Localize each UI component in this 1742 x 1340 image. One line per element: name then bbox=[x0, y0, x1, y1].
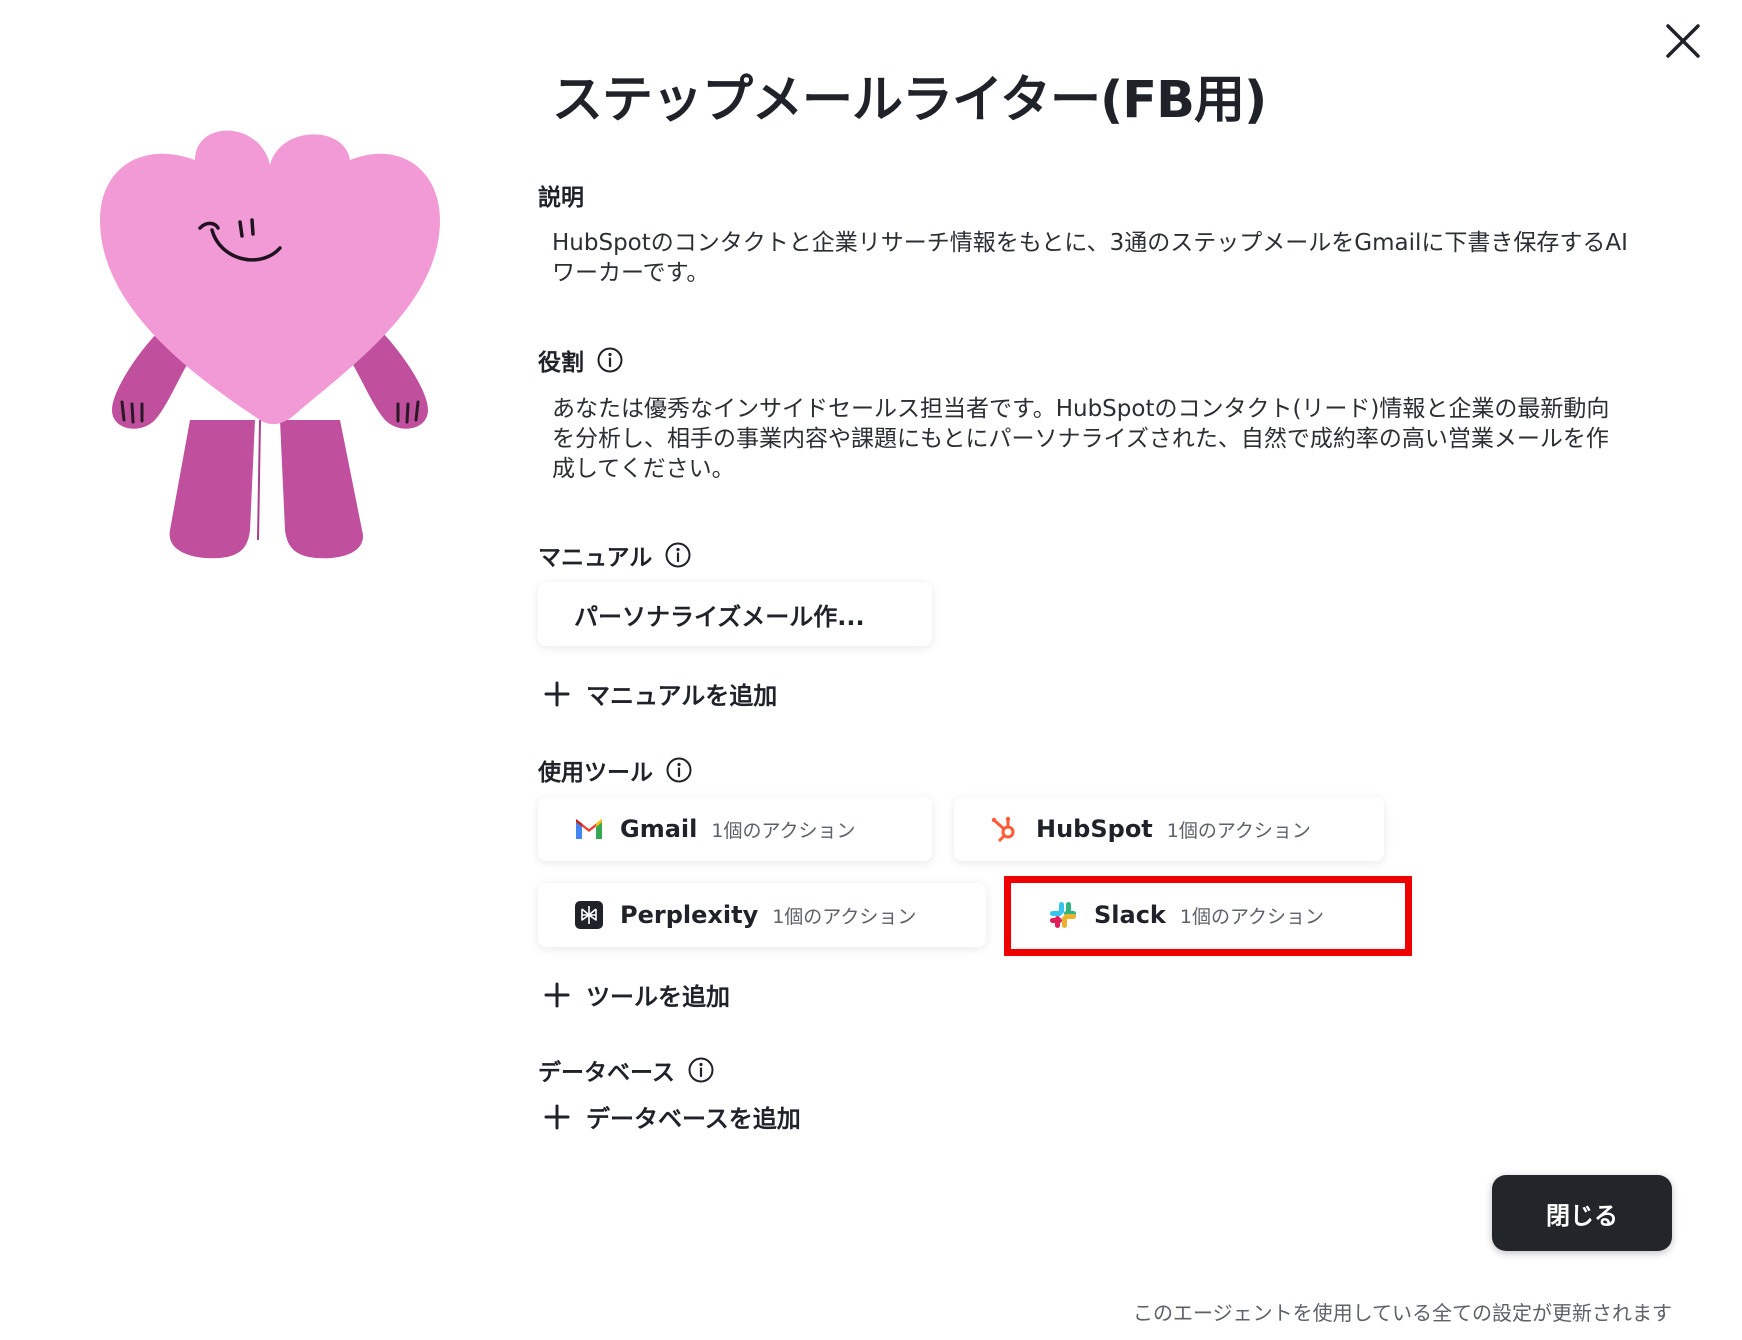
add-tool-label: ツールを追加 bbox=[586, 983, 730, 1011]
info-icon[interactable] bbox=[596, 346, 624, 374]
tool-chip-gmail[interactable]: Gmail 1個のアクション bbox=[538, 797, 932, 861]
description-label-text: 説明 bbox=[538, 185, 584, 211]
add-database-label: データベースを追加 bbox=[586, 1105, 801, 1133]
close-icon[interactable] bbox=[1662, 20, 1704, 62]
plus-icon bbox=[544, 1104, 570, 1129]
tool-action-count: 1個のアクション bbox=[1166, 819, 1311, 842]
add-tool-button[interactable]: ツールを追加 bbox=[544, 977, 730, 1012]
close-button[interactable]: 閉じる bbox=[1492, 1175, 1672, 1251]
description-line: HubSpotのコンタクトと企業リサーチ情報をもとに、3通のステップメールをGm… bbox=[552, 230, 1628, 256]
description-text: HubSpotのコンタクトと企業リサーチ情報をもとに、3通のステップメールをGm… bbox=[552, 228, 1652, 288]
add-manual-label: マニュアルを追加 bbox=[586, 682, 778, 710]
tool-name: HubSpot bbox=[1036, 815, 1153, 843]
role-text: あなたは優秀なインサイドセールス担当者です。HubSpotのコンタクト(リード)… bbox=[552, 394, 1652, 484]
role-line: を分析し、相手の事業内容や課題にもとにパーソナライズされた、自然で成約率の高い営… bbox=[552, 426, 1609, 452]
info-icon[interactable] bbox=[665, 756, 693, 784]
info-icon[interactable] bbox=[687, 1056, 715, 1084]
role-label-text: 役割 bbox=[538, 350, 584, 376]
plus-icon bbox=[544, 982, 570, 1007]
tool-name: Perplexity bbox=[620, 901, 759, 929]
manual-label: マニュアル bbox=[538, 538, 692, 572]
tool-action-count: 1個のアクション bbox=[772, 905, 917, 928]
role-line: 成してください。 bbox=[552, 456, 735, 482]
description-line: ワーカーです。 bbox=[552, 260, 710, 286]
add-database-button[interactable]: データベースを追加 bbox=[544, 1099, 801, 1134]
role-line: あなたは優秀なインサイドセールス担当者です。HubSpotのコンタクト(リード)… bbox=[552, 396, 1610, 422]
agent-mascot-illustration bbox=[100, 130, 440, 559]
tool-chip-perplexity[interactable]: Perplexity 1個のアクション bbox=[538, 883, 986, 947]
highlight-annotation bbox=[1004, 876, 1412, 956]
database-label-text: データベース bbox=[538, 1060, 675, 1086]
tools-label-text: 使用ツール bbox=[538, 760, 653, 786]
page-title: ステップメールライター(FB用) bbox=[552, 71, 1267, 130]
tools-label: 使用ツール bbox=[538, 753, 693, 787]
database-label: データベース bbox=[538, 1053, 715, 1087]
role-label: 役割 bbox=[538, 343, 624, 377]
manual-item[interactable]: パーソナライズメール作... bbox=[538, 582, 932, 646]
manual-label-text: マニュアル bbox=[538, 545, 653, 571]
hubspot-icon bbox=[991, 816, 1015, 843]
description-label: 説明 bbox=[538, 178, 584, 212]
footer-note: このエージェントを使用している全ての設定が更新されます bbox=[1133, 1301, 1672, 1325]
manual-item-title: パーソナライズメール作... bbox=[574, 602, 865, 631]
info-icon[interactable] bbox=[664, 541, 692, 569]
add-manual-button[interactable]: マニュアルを追加 bbox=[544, 676, 777, 711]
perplexity-icon bbox=[575, 901, 603, 929]
tool-action-count: 1個のアクション bbox=[711, 819, 856, 842]
gmail-icon bbox=[576, 819, 602, 839]
tool-chip-hubspot[interactable]: HubSpot 1個のアクション bbox=[954, 797, 1384, 861]
tool-name: Gmail bbox=[620, 815, 698, 843]
plus-icon bbox=[544, 681, 570, 706]
